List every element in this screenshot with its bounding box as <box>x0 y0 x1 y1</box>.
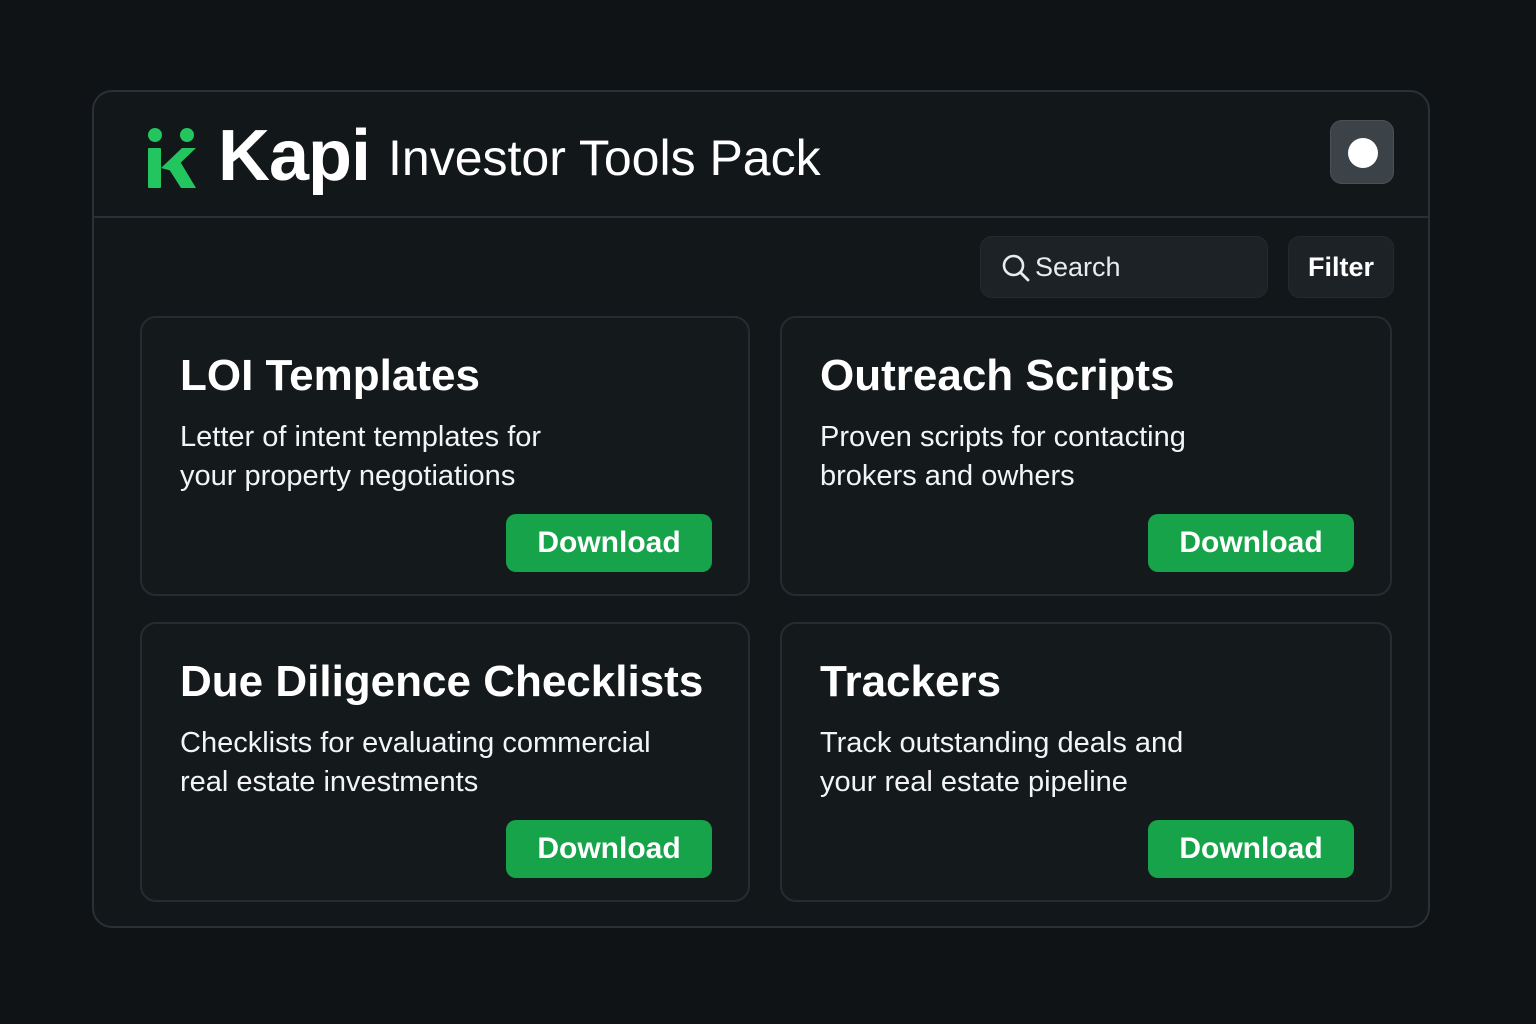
card-title: Due Diligence Checklists <box>180 657 704 706</box>
card-title: LOI Templates <box>180 351 480 400</box>
toggle-dot-icon <box>1348 138 1378 168</box>
header: Kapi Investor Tools Pack <box>94 92 1428 218</box>
search-input[interactable] <box>1035 237 1255 297</box>
card-outreach-scripts: Outreach Scripts Proven scripts for cont… <box>780 316 1392 596</box>
card-description: Letter of intent templates for your prop… <box>180 418 700 496</box>
card-title: Outreach Scripts <box>820 351 1175 400</box>
card-due-diligence-checklists: Due Diligence Checklists Checklists for … <box>140 622 750 902</box>
search-icon <box>1002 254 1030 282</box>
card-description: Track outstanding deals and your real es… <box>820 724 1340 802</box>
kapi-logo-icon <box>148 128 196 188</box>
card-description-line: Track outstanding deals and <box>820 727 1184 759</box>
card-description: Checklists for evaluating commercial rea… <box>180 724 700 802</box>
card-description-line: your real estate pipeline <box>820 766 1128 798</box>
card-description-line: Proven scripts for contacting <box>820 421 1186 453</box>
brand-name: Kapi <box>218 116 371 196</box>
download-button-loi-templates[interactable]: Download <box>506 514 712 572</box>
card-description: Proven scripts for contacting brokers an… <box>820 418 1340 496</box>
card-loi-templates: LOI Templates Letter of intent templates… <box>140 316 750 596</box>
card-description-line: brokers and owhers <box>820 460 1075 492</box>
card-trackers: Trackers Track outstanding deals and you… <box>780 622 1392 902</box>
card-description-line: Letter of intent templates for <box>180 421 542 453</box>
card-description-line: your property negotiations <box>180 460 516 492</box>
app-window: Kapi Investor Tools Pack Filter LOI Temp… <box>92 90 1430 928</box>
page-title: Investor Tools Pack <box>388 130 821 186</box>
card-title: Trackers <box>820 657 1002 706</box>
filter-button[interactable]: Filter <box>1288 236 1394 298</box>
search-box[interactable] <box>980 236 1268 298</box>
card-description-line: Checklists for evaluating commercial <box>180 727 651 759</box>
card-description-line: real estate investments <box>180 766 479 798</box>
theme-toggle-button[interactable] <box>1330 120 1394 184</box>
download-button-outreach-scripts[interactable]: Download <box>1148 514 1354 572</box>
download-button-trackers[interactable]: Download <box>1148 820 1354 878</box>
download-button-due-diligence[interactable]: Download <box>506 820 712 878</box>
